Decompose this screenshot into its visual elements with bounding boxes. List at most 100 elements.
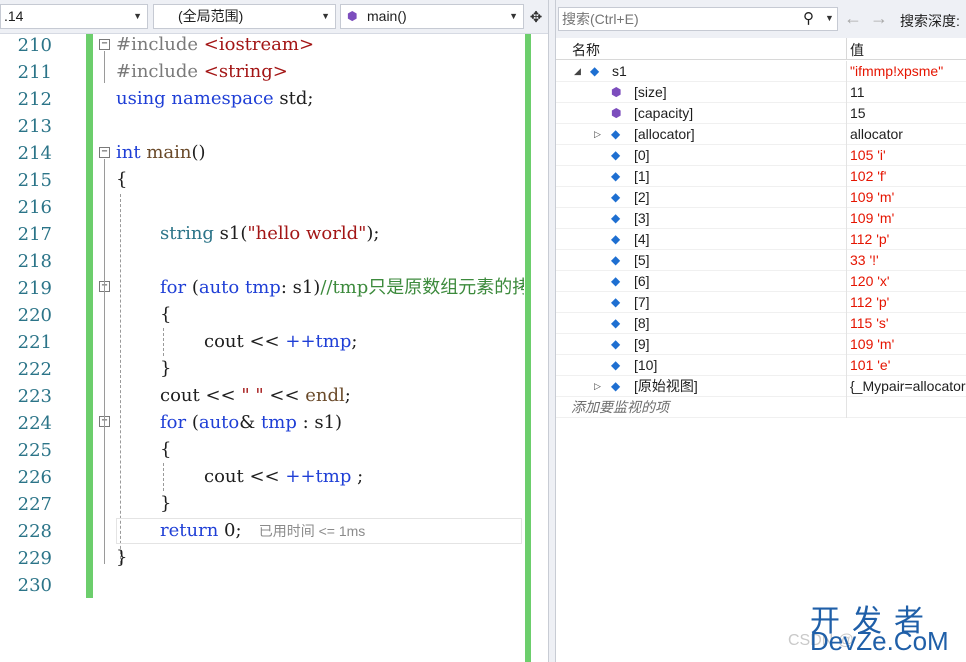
watch-item-value[interactable]: 15 (850, 103, 866, 124)
variable: ++tmp (285, 466, 352, 487)
watch-item-value[interactable]: 112 'p' (850, 292, 889, 313)
code-line-223[interactable]: cout << " " << endl; (160, 382, 351, 409)
arrow-right-icon[interactable]: → (870, 8, 888, 29)
code-line-215[interactable]: { (116, 166, 127, 193)
watch-row[interactable]: ◆ [2] 109 'm' (556, 187, 966, 208)
code-text: ); (366, 223, 380, 244)
watch-search-box[interactable]: ⚲ ▼ (558, 7, 838, 31)
code-line-220[interactable]: { (160, 301, 171, 328)
add-watch-item-row[interactable]: 添加要监视的项 (556, 397, 966, 418)
property-cube-icon: ⬢ (611, 106, 622, 120)
perf-tip[interactable]: 已用时间 <= 1ms (259, 523, 366, 539)
watch-item-name: [4] (634, 231, 650, 247)
code-line-210[interactable]: #include <iostream> (116, 31, 314, 58)
watch-item-value[interactable]: 101 'e' (850, 355, 890, 376)
watch-row[interactable]: ◆ [4] 112 'p' (556, 229, 966, 250)
code-line-224[interactable]: for (auto& tmp : s1) (160, 409, 342, 436)
watch-column-header: 名称 值 (556, 38, 966, 60)
watch-item-value[interactable]: 33 '!' (850, 250, 879, 271)
column-separator (846, 292, 847, 313)
watch-item-name: [3] (634, 210, 650, 226)
watch-row[interactable]: ◢ ◆ s1 "ifmmp!xpsme" (556, 61, 966, 82)
code-line-219[interactable]: for (auto tmp: s1)//tmp只是原数组元素的拷贝 (160, 274, 524, 301)
watch-item-value[interactable]: 102 'f' (850, 166, 886, 187)
search-icon[interactable]: ⚲ (803, 9, 814, 27)
watch-row[interactable]: ◆ [1] 102 'f' (556, 166, 966, 187)
line-number: 227 (17, 494, 52, 515)
watch-row[interactable]: ◆ [3] 109 'm' (556, 208, 966, 229)
watch-item-value[interactable]: 120 'x' (850, 271, 890, 292)
code-text: 0; (218, 520, 242, 541)
code-line-217[interactable]: string s1("hello world"); (160, 220, 380, 247)
collapsed-triangle-icon[interactable]: ▷ (594, 124, 601, 145)
watch-item-value[interactable]: 105 'i' (850, 145, 886, 166)
outline-guide (104, 293, 105, 375)
watch-search-input[interactable] (562, 10, 792, 28)
watch-item-name: [0] (634, 147, 650, 163)
editor-vertical-scrollbar[interactable] (525, 34, 531, 662)
watch-rows: ◢ ◆ s1 "ifmmp!xpsme" ⬢ [size] 11 ⬢ [capa… (556, 61, 966, 418)
line-number: 217 (17, 224, 52, 245)
watch-item-value[interactable]: 115 's' (850, 313, 889, 334)
watch-row[interactable]: ▷ ◆ [allocator] allocator (556, 124, 966, 145)
code-line-227[interactable]: } (160, 490, 171, 517)
line-number: 222 (17, 359, 52, 380)
watch-row[interactable]: ◆ [9] 109 'm' (556, 334, 966, 355)
column-header-name[interactable]: 名称 (572, 40, 600, 60)
watch-item-value[interactable]: 109 'm' (850, 334, 894, 355)
code-line-212[interactable]: using namespace std; (116, 85, 313, 112)
column-separator (846, 124, 847, 145)
chevron-down-icon[interactable]: ▼ (825, 13, 834, 23)
watch-row[interactable]: ◆ [7] 112 'p' (556, 292, 966, 313)
scope-dropdown-value: (全局范围) (178, 8, 244, 24)
code-editor[interactable]: .14 ▼ (全局范围) ▼ ⬢ main() ▼ ✥ 210 211 212 … (0, 0, 548, 662)
watch-item-value[interactable]: 11 (850, 82, 865, 103)
code-text: ; (351, 331, 358, 352)
watch-item-value[interactable]: 109 'm' (850, 208, 894, 229)
code-line-228[interactable]: return 0; 已用时间 <= 1ms (160, 517, 365, 544)
brace: } (160, 493, 172, 514)
field-icon: ◆ (611, 253, 621, 267)
watch-row[interactable]: ◆ [8] 115 's' (556, 313, 966, 334)
line-number: 213 (17, 116, 52, 137)
code-line-229[interactable]: } (116, 544, 127, 571)
operator: << (263, 385, 306, 406)
watch-item-value[interactable]: allocator (850, 124, 903, 145)
watch-item-value[interactable]: 109 'm' (850, 187, 894, 208)
project-dropdown[interactable]: .14 ▼ (0, 4, 148, 29)
split-window-icon[interactable]: ✥ (526, 6, 546, 28)
code-line-225[interactable]: { (160, 436, 171, 463)
column-separator[interactable] (846, 38, 847, 60)
scope-dropdown[interactable]: (全局范围) ▼ (153, 4, 336, 29)
watch-item-value[interactable]: {_Mypair=allocator (850, 376, 966, 397)
pane-splitter[interactable] (548, 0, 556, 662)
code-line-211[interactable]: #include <string> (116, 58, 288, 85)
code-line-221[interactable]: cout << ++tmp; (204, 328, 357, 355)
collapsed-triangle-icon[interactable]: ▷ (594, 376, 601, 397)
include-target: <string> (203, 61, 288, 82)
arrow-left-icon[interactable]: ← (844, 8, 862, 29)
code-line-226[interactable]: cout << ++tmp ; (204, 463, 363, 490)
watch-row[interactable]: ⬢ [capacity] 15 (556, 103, 966, 124)
column-separator (846, 355, 847, 376)
code-text: std; (273, 88, 314, 109)
watch-item-value[interactable]: 112 'p' (850, 229, 889, 250)
code-line-222[interactable]: } (160, 355, 171, 382)
watch-row[interactable]: ◆ [5] 33 '!' (556, 250, 966, 271)
watch-item-value[interactable]: "ifmmp!xpsme" (850, 61, 943, 82)
watch-row[interactable]: ⬢ [size] 11 (556, 82, 966, 103)
column-separator (846, 187, 847, 208)
expanded-triangle-icon[interactable]: ◢ (574, 61, 581, 82)
collapse-toggle-icon[interactable]: − (99, 39, 110, 50)
brace: { (116, 169, 128, 190)
code-line-214[interactable]: int main() (116, 139, 206, 166)
function-dropdown[interactable]: ⬢ main() ▼ (340, 4, 524, 29)
watch-row[interactable]: ◆ [10] 101 'e' (556, 355, 966, 376)
watch-row[interactable]: ◆ [6] 120 'x' (556, 271, 966, 292)
line-number: 214 (17, 143, 52, 164)
column-header-value[interactable]: 值 (850, 40, 864, 60)
collapse-toggle-icon[interactable]: − (99, 147, 110, 158)
watch-row[interactable]: ◆ [0] 105 'i' (556, 145, 966, 166)
watch-row[interactable]: ▷ ◆ [原始视图] {_Mypair=allocator (556, 376, 966, 397)
line-number: 225 (17, 440, 52, 461)
